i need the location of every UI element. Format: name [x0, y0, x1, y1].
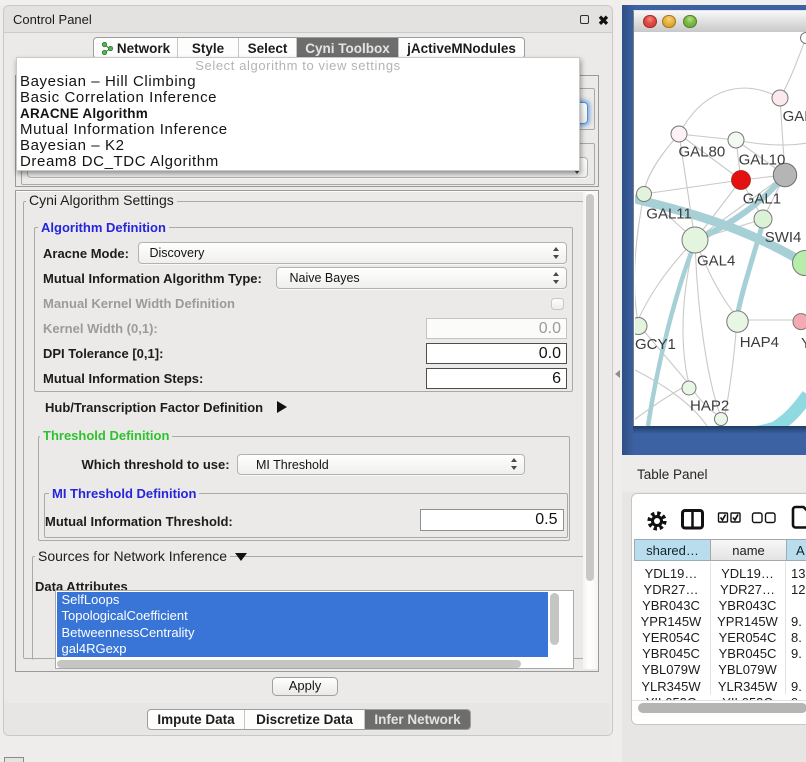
- svg-text:GAL10: GAL10: [739, 152, 786, 169]
- svg-text:GAL11: GAL11: [646, 206, 692, 223]
- svg-text:GCY1: GCY1: [635, 336, 676, 353]
- svg-text:Y: Y: [801, 335, 806, 352]
- svg-text:GAL80: GAL80: [679, 144, 726, 161]
- svg-text:GAL1: GAL1: [743, 191, 781, 208]
- svg-text:HAP4: HAP4: [740, 334, 779, 351]
- svg-text:GAL: GAL: [783, 108, 806, 125]
- svg-text:SWI4: SWI4: [765, 229, 802, 246]
- svg-text:GAL4: GAL4: [697, 253, 735, 270]
- svg-text:HAP2: HAP2: [690, 398, 729, 415]
